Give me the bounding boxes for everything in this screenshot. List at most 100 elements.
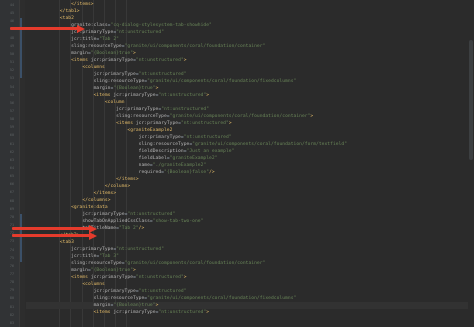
line-number: 83 bbox=[9, 320, 14, 325]
code-token-tag: granite:data bbox=[73, 205, 108, 210]
vertical-scrollbar[interactable] bbox=[468, 0, 474, 327]
line-number: 80 bbox=[9, 296, 14, 301]
code-token-punct: > bbox=[133, 51, 136, 56]
code-line[interactable]: sling:resourceType="granite/ui/component… bbox=[26, 260, 265, 267]
code-line[interactable]: <items jcr:primaryType="nt:unstructured"… bbox=[26, 274, 187, 281]
code-token-tag: items bbox=[99, 191, 114, 196]
code-line[interactable]: jcr:primaryType="nt:unstructured" bbox=[26, 106, 209, 113]
code-token-punct: /> bbox=[138, 226, 145, 231]
code-line[interactable]: <items jcr:primaryType="nt:unstructured"… bbox=[26, 92, 209, 99]
code-token-val: "{Boolean}true" bbox=[113, 86, 156, 91]
code-line[interactable]: showTabOnAppliedCssClass="show-tab-two-o… bbox=[26, 218, 203, 225]
code-token-val: "nt:unstructured" bbox=[158, 310, 207, 315]
code-token-attr: sling:resourceType bbox=[93, 296, 145, 301]
code-token-punct: > bbox=[90, 2, 94, 7]
line-number: 60 bbox=[9, 133, 14, 138]
code-editor[interactable]: 4445464748495051525354555657585960616263… bbox=[0, 0, 474, 327]
code-token-val: "{Boolean}true" bbox=[113, 303, 156, 308]
line-number: 70 bbox=[9, 214, 14, 219]
code-token-attr: sling:resourceType bbox=[138, 142, 190, 147]
line-number: 58 bbox=[9, 117, 14, 122]
code-token-tag: columns bbox=[85, 65, 105, 70]
code-token-punct: > bbox=[206, 310, 210, 315]
code-line[interactable]: sling:resourceType="granite/ui/component… bbox=[26, 78, 297, 85]
code-token-val: "nt:unstructured" bbox=[180, 121, 229, 126]
code-line[interactable]: jcr:primaryType="nt:unstructured" bbox=[26, 71, 187, 78]
line-number: 50 bbox=[9, 51, 14, 56]
code-area[interactable]: </items> </tab1> <tab2 granite:class="cq… bbox=[26, 0, 474, 327]
code-line[interactable]: </items> bbox=[26, 1, 94, 8]
code-token-attr: showTabOnAppliedCssClass bbox=[82, 219, 150, 224]
code-line[interactable]: <items jcr:primaryType="nt:unstructured"… bbox=[26, 120, 232, 127]
code-line[interactable]: fieldLabel="graniteExample2" bbox=[26, 155, 218, 162]
code-line[interactable]: </items> bbox=[26, 176, 139, 183]
annotation-arrow-head-1 bbox=[77, 24, 85, 33]
code-token-val: "cq-dialog-stylesystem-tab-showhide" bbox=[110, 23, 212, 28]
code-line[interactable]: </columns> bbox=[26, 197, 111, 204]
code-line[interactable]: <columns bbox=[26, 281, 105, 288]
code-line[interactable]: fieldDescription="Just an example" bbox=[26, 148, 235, 155]
line-number: 59 bbox=[9, 125, 14, 130]
code-token-punct: > bbox=[206, 93, 210, 98]
code-line[interactable]: <items jcr:primaryType="nt:unstructured"… bbox=[26, 57, 187, 64]
code-line[interactable]: margin="{Boolean}true"> bbox=[26, 50, 136, 57]
code-line[interactable]: <items jcr:primaryType="nt:unstructured"… bbox=[26, 309, 209, 316]
code-token-val: "nt:unstructured" bbox=[135, 275, 184, 280]
code-line[interactable]: <tab2 bbox=[26, 15, 74, 22]
line-number: 78 bbox=[9, 280, 14, 285]
code-line[interactable]: </tab1> bbox=[26, 8, 80, 15]
code-token-attr: sling:resourceType bbox=[71, 261, 122, 266]
code-token-val: "graniteExample2" bbox=[169, 156, 218, 161]
line-number: 82 bbox=[9, 312, 14, 317]
code-line[interactable]: margin="{Boolean}true"> bbox=[26, 267, 136, 274]
code-token-attr: jcr:primaryType bbox=[93, 72, 136, 77]
code-line[interactable]: jcr:primaryType="nt:unstructured" bbox=[26, 29, 164, 36]
code-token-punct: > bbox=[155, 86, 159, 91]
code-token-punct: > bbox=[183, 275, 187, 280]
code-line[interactable]: sling:resourceType="granite/ui/component… bbox=[26, 295, 297, 302]
code-token-tag: tab1 bbox=[65, 9, 77, 14]
code-line[interactable]: <tab3 bbox=[26, 239, 74, 246]
code-token-val: "granite/ui/components/coral/foundation/… bbox=[169, 114, 311, 119]
change-marker bbox=[20, 214, 22, 262]
code-token-tag: items bbox=[96, 93, 111, 98]
line-number: 62 bbox=[9, 149, 14, 154]
code-line[interactable]: sling:resourceType="granite/ui/component… bbox=[26, 113, 313, 120]
code-line[interactable]: margin="{Boolean}true"> bbox=[26, 302, 474, 309]
code-token-attr: margin bbox=[93, 86, 111, 91]
code-token-attr: jcr:primaryType bbox=[82, 212, 125, 217]
code-line[interactable]: <columns bbox=[26, 64, 105, 71]
code-line[interactable]: jcr:primaryType="nt:unstructured" bbox=[26, 211, 175, 218]
code-token-attr: jcr:primaryType bbox=[93, 289, 136, 294]
code-line[interactable]: </column> bbox=[26, 183, 130, 190]
code-line[interactable]: <column bbox=[26, 99, 125, 106]
code-token-attr: jcr:title bbox=[71, 37, 97, 42]
line-number: 46 bbox=[9, 19, 14, 24]
code-line[interactable]: <granite:data bbox=[26, 204, 108, 211]
code-line[interactable]: jcr:primaryType="nt:unstructured" bbox=[26, 288, 187, 295]
code-token-attr: margin bbox=[71, 268, 88, 273]
code-token-val: "{Boolean}false" bbox=[164, 170, 210, 175]
code-token-val: "granite/ui/components/coral/foundation/… bbox=[124, 44, 266, 49]
code-line[interactable]: jcr:primaryType="nt:unstructured" bbox=[26, 134, 232, 141]
code-line[interactable]: sling:resourceType="granite/ui/component… bbox=[26, 141, 347, 148]
code-token-attr: jcr:primaryType bbox=[116, 107, 159, 112]
code-line[interactable]: jcr:title="Tab 2" bbox=[26, 36, 119, 43]
code-token-attr: jcr:primaryType bbox=[113, 310, 156, 315]
code-line[interactable]: sling:resourceType="granite/ui/component… bbox=[26, 43, 265, 50]
code-token-attr: sling:resourceType bbox=[71, 44, 122, 49]
code-token-val: "Tab 2" bbox=[99, 37, 119, 42]
scrollbar-thumb[interactable] bbox=[469, 40, 473, 160]
code-line[interactable]: jcr:title="Tab 3" bbox=[26, 253, 119, 260]
code-line[interactable]: name="./graniteExample2" bbox=[26, 162, 207, 169]
code-token-attr: fieldDescription bbox=[138, 149, 184, 154]
code-line[interactable]: </items> bbox=[26, 190, 117, 197]
code-line[interactable]: margin="{Boolean}true"> bbox=[26, 85, 159, 92]
code-line[interactable]: required="{Boolean}false"/> bbox=[26, 169, 215, 176]
code-line[interactable]: jcr:primaryType="nt:unstructured" bbox=[26, 246, 164, 253]
code-line[interactable]: <graniteExample2 bbox=[26, 127, 172, 134]
code-token-punct: > bbox=[127, 184, 131, 189]
code-token-tag: items bbox=[73, 58, 88, 63]
line-number: 79 bbox=[9, 288, 14, 293]
code-token-tag: items bbox=[118, 121, 134, 126]
